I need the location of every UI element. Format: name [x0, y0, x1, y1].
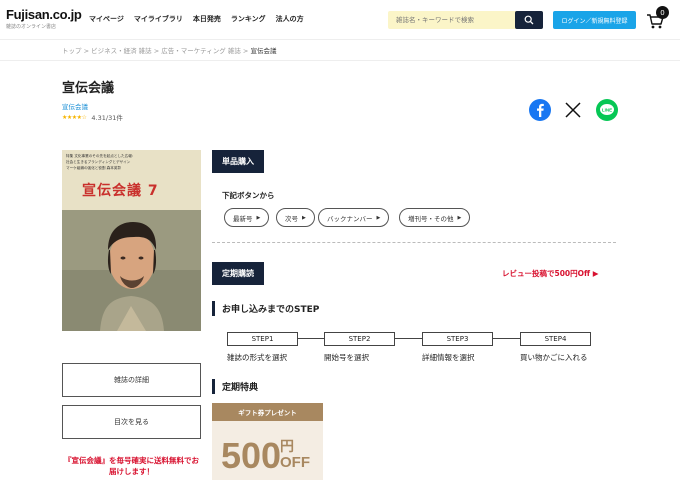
- pill-label: 次号: [285, 214, 298, 223]
- pill-label: バックナンバー: [327, 214, 373, 223]
- facebook-icon[interactable]: [529, 99, 551, 121]
- cover-title: 宣伝会議 7: [82, 183, 159, 199]
- breadcrumb-separator: >: [242, 47, 249, 55]
- magazine-cover[interactable]: 特集 文化事業のその先を起点とした広報： 社会と生きるブランディングとデザイン …: [62, 150, 201, 331]
- nav-corporate[interactable]: 法人の方: [276, 14, 304, 24]
- step4-box: STEP4: [520, 332, 591, 346]
- breadcrumb-separator: >: [83, 47, 90, 55]
- main-nav: マイページ マイライブラリ 本日発売 ランキング 法人の方: [89, 14, 304, 24]
- step1-text: 雑誌の形式を選択: [227, 353, 287, 362]
- single-purchase-label: 単品購入: [212, 150, 264, 173]
- latest-issue-button[interactable]: 最新号 ▶: [224, 208, 270, 227]
- publisher-link[interactable]: 宣伝会議: [62, 101, 88, 111]
- step3-text: 詳細情報を選択: [422, 353, 475, 362]
- heading-accent-bar: [212, 301, 215, 316]
- login-register-button[interactable]: ログイン／新規無料登録: [553, 11, 636, 29]
- step2-text: 開始号を選択: [324, 353, 369, 362]
- special-issue-button[interactable]: 増刊号・その他 ▶: [399, 208, 471, 227]
- rating-text: 4.31/31件: [91, 114, 123, 122]
- play-arrow-icon: ▶: [302, 214, 306, 221]
- rating[interactable]: ★★★★☆ 4.31/31件: [62, 112, 123, 123]
- play-arrow-icon: ▶: [256, 214, 261, 221]
- pill-label: 最新号: [233, 214, 253, 223]
- magazine-details-button[interactable]: 雑誌の詳細: [62, 363, 201, 397]
- line-icon[interactable]: LINE: [596, 99, 618, 121]
- cart-count-badge: 0: [656, 6, 669, 19]
- cover-portrait-image: [62, 210, 201, 331]
- page-title: 宣伝会議: [62, 81, 115, 96]
- breadcrumb-divider: [0, 60, 680, 61]
- pill-label: 増刊号・その他: [408, 214, 454, 223]
- step3-box: STEP3: [422, 332, 493, 346]
- search-bar: [388, 11, 543, 29]
- site-header: Fujisan.co.jp 雑誌のオンライン書店 マイページ マイライブラリ 本…: [0, 0, 680, 40]
- search-icon: [524, 15, 534, 25]
- steps-heading: お申し込みまでのSTEP: [222, 305, 320, 315]
- cover-headlines: 特集 文化事業のその先を起点とした広報： 社会と生きるブランディングとデザイン …: [66, 153, 196, 171]
- play-arrow-icon: ▶: [457, 214, 462, 221]
- review-promo-link[interactable]: レビュー投稿で500円Off ▶: [502, 268, 599, 279]
- nav-mypage[interactable]: マイページ: [89, 14, 124, 24]
- nav-ranking[interactable]: ランキング: [231, 14, 266, 24]
- step4-text: 買い物かごに入れる: [520, 353, 588, 362]
- breadcrumb-top[interactable]: トップ: [62, 47, 82, 55]
- search-input[interactable]: [388, 11, 516, 29]
- breadcrumb-current: 宣伝会議: [250, 47, 277, 55]
- subscription-label: 定期購読: [212, 262, 264, 285]
- section-divider: [212, 242, 616, 243]
- nav-today-release[interactable]: 本日発売: [193, 14, 221, 24]
- svg-text:LINE: LINE: [602, 108, 612, 113]
- gift-card-header: ギフト券プレゼント: [212, 403, 323, 421]
- breadcrumb-advertising[interactable]: 広告・マーケティング 雑誌: [161, 47, 241, 55]
- search-button[interactable]: [515, 11, 543, 29]
- logo-text: Fujisan.co.jp: [6, 7, 82, 22]
- logo-subtext: 雑誌のオンライン書店: [6, 24, 57, 30]
- next-issue-button[interactable]: 次号 ▶: [276, 208, 315, 227]
- nav-mylibrary[interactable]: マイライブラリ: [134, 14, 183, 24]
- breadcrumb-separator: >: [153, 47, 160, 55]
- benefit-heading: 定期特典: [222, 383, 259, 393]
- play-arrow-icon: ▶: [376, 214, 381, 221]
- back-number-button[interactable]: バックナンバー ▶: [318, 208, 390, 227]
- gift-amount: 500: [221, 435, 282, 476]
- heading-accent-bar: [212, 379, 215, 394]
- x-icon[interactable]: [562, 99, 584, 121]
- breadcrumb: トップ > ビジネス・経済 雑誌 > 広告・マーケティング 雑誌 > 宣伝会議: [62, 45, 276, 55]
- free-shipping-note: 『宣伝会議』を毎号確実に送料無料でお届けします！: [64, 456, 199, 476]
- cover-line: マーケ組織の強化と役割 森本英彰: [66, 166, 122, 170]
- table-of-contents-button[interactable]: 目次を見る: [62, 405, 201, 439]
- gift-off-label: OFF: [280, 454, 310, 471]
- site-logo[interactable]: Fujisan.co.jp 雑誌のオンライン書店: [6, 7, 82, 30]
- breadcrumb-business[interactable]: ビジネス・経済 雑誌: [91, 47, 152, 55]
- single-purchase-subtitle: 下記ボタンから: [222, 191, 275, 200]
- gift-yen-unit: 円: [280, 439, 294, 455]
- step1-box: STEP1: [227, 332, 298, 346]
- step2-box: STEP2: [324, 332, 395, 346]
- rating-stars: ★★★★☆: [62, 113, 87, 121]
